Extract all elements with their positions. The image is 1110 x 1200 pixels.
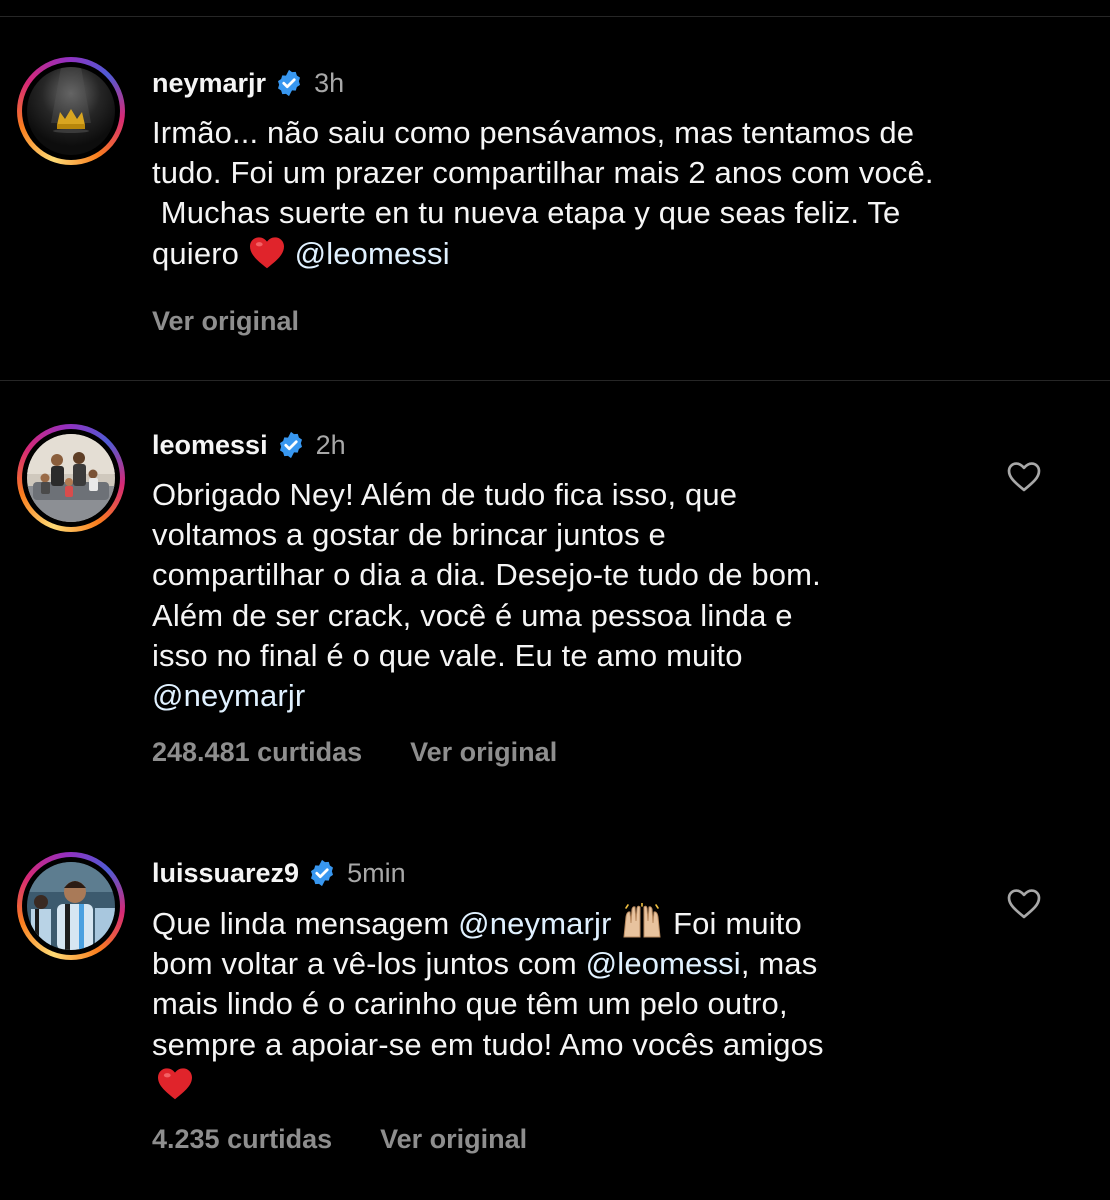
likes-count[interactable]: 248.481 curtidas [152,737,362,768]
crown-icon [27,67,115,155]
avatar [27,434,115,522]
timestamp: 2h [315,429,346,460]
mention-link[interactable]: @leomessi [586,946,741,981]
red-heart-emoji [158,1068,192,1100]
comment-actions: 248.481 curtidas Ver original [152,737,557,768]
comment-actions: Ver original [152,306,299,337]
player-photo-icon [27,862,115,950]
like-heart-icon[interactable] [1006,886,1042,920]
like-heart-icon[interactable] [1006,459,1042,493]
red-heart-emoji [249,236,284,268]
avatar-story-ring[interactable] [17,852,125,960]
family-photo-icon [27,434,115,522]
verified-badge-icon [278,69,301,97]
comment-header: leomessi 2h [152,425,346,465]
username[interactable]: leomessi [152,430,268,461]
comment-actions: 4.235 curtidas Ver original [152,1124,527,1155]
translate-button[interactable]: Ver original [410,737,557,768]
avatar [27,67,115,155]
username[interactable]: luissuarez9 [152,858,299,889]
mention-link[interactable]: @neymarjr [458,906,611,941]
comment-text: Que linda mensagem @neymarjr Foi muito b… [152,903,824,1105]
mention-link[interactable]: @leomessi [295,236,450,271]
comment-header: neymarjr 3h [152,63,344,103]
raising-hands-emoji [623,903,661,938]
mention-link[interactable]: @neymarjr [152,678,305,713]
comment-text: Irmão... não saiu como pensávamos, mas t… [152,115,934,271]
section-divider [0,380,1110,381]
comment-text: Obrigado Ney! Além de tudo fica isso, qu… [152,477,821,714]
username[interactable]: neymarjr [152,68,266,99]
likes-count[interactable]: 4.235 curtidas [152,1124,332,1155]
avatar-story-ring[interactable] [17,424,125,532]
verified-badge-icon [311,859,334,887]
comment-header: luissuarez9 5min [152,853,406,893]
translate-button[interactable]: Ver original [380,1124,527,1155]
top-divider [0,16,1110,17]
translate-button[interactable]: Ver original [152,306,299,337]
timestamp: 3h [314,67,345,98]
avatar [27,862,115,950]
verified-badge-icon [279,431,302,459]
avatar-story-ring[interactable] [17,57,125,165]
timestamp: 5min [347,857,406,888]
